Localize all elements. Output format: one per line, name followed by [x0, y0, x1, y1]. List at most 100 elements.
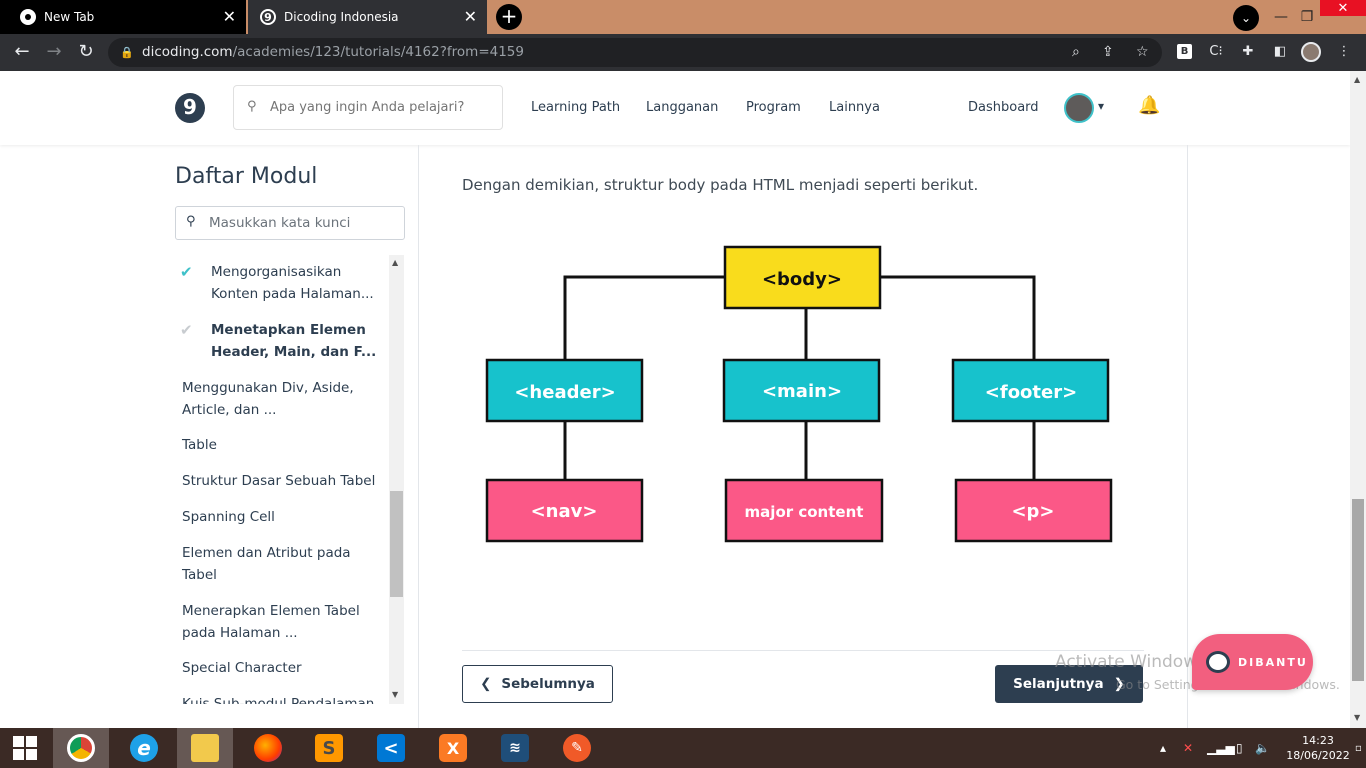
notification-icon[interactable]: ▫ — [1355, 728, 1362, 768]
connector-line — [563, 275, 725, 360]
taskbar-firefox[interactable] — [240, 728, 296, 768]
dibantu-chat-button[interactable]: DIBANTU — [1192, 634, 1313, 690]
close-tab-icon[interactable]: ✕ — [464, 8, 477, 26]
taskbar-internet-explorer[interactable]: e — [116, 728, 172, 768]
nav-learning-path[interactable]: Learning Path — [531, 100, 620, 115]
chrome-icon — [20, 9, 36, 25]
forward-arrow-icon[interactable]: → — [43, 41, 65, 63]
chevron-left-icon: ❮ — [480, 676, 492, 692]
battery-icon[interactable]: ▯ — [1236, 728, 1243, 768]
major-content-node-label: major content — [745, 503, 864, 521]
zoom-icon[interactable]: ⌕ — [1072, 38, 1080, 67]
previous-button-label: Sebelumnya — [501, 676, 595, 692]
module-item-current[interactable]: Menetapkan Elemen Header, Main, dan F... — [211, 319, 387, 363]
nav-program[interactable]: Program — [746, 100, 801, 115]
scroll-up-icon[interactable]: ▲ — [1354, 75, 1360, 84]
system-clock[interactable]: 14:23 18/06/2022 — [1286, 733, 1350, 763]
check-current-icon: ✔ — [180, 321, 193, 339]
profile-avatar[interactable] — [1301, 42, 1321, 62]
taskbar-vscode[interactable]: < — [363, 728, 419, 768]
restore-button[interactable]: ❐ — [1296, 0, 1318, 34]
module-line: Mengorganisasikan — [211, 264, 342, 280]
browser-tabstrip: New Tab ✕ 9 Dicoding Indonesia ✕ + ⌄ — ❐… — [0, 0, 1366, 34]
search-icon: ⚲ — [247, 99, 257, 114]
back-arrow-icon[interactable]: ← — [11, 41, 33, 63]
tab-title: Dicoding Indonesia — [284, 10, 399, 24]
module-line: Menerapkan Elemen Tabel — [182, 603, 360, 619]
scroll-up-icon[interactable]: ▲ — [392, 258, 398, 267]
module-line: Menggunakan Div, Aside, — [182, 380, 354, 396]
signal-icon[interactable]: ▁▃▅ — [1207, 728, 1235, 768]
nav-lainnya[interactable]: Lainnya — [829, 100, 880, 115]
check-done-icon: ✔ — [180, 263, 193, 281]
bookmark-star-icon[interactable]: ☆ — [1136, 38, 1149, 67]
tab-search-icon[interactable]: ⌄ — [1233, 5, 1259, 31]
tab-dicoding[interactable]: 9 Dicoding Indonesia ✕ — [248, 0, 487, 34]
page-scroll-thumb[interactable] — [1352, 499, 1364, 681]
tab-new-tab[interactable]: New Tab ✕ — [0, 0, 246, 34]
notification-bell-icon[interactable]: 🔔 — [1138, 95, 1160, 116]
module-item[interactable]: Spanning Cell — [182, 506, 387, 528]
nav-dashboard[interactable]: Dashboard — [968, 100, 1039, 115]
taskbar-xampp[interactable]: X — [425, 728, 481, 768]
sidebar-scrollbar[interactable]: ▲ ▼ — [389, 255, 404, 704]
footer-node-label: <footer> — [985, 382, 1077, 403]
site-search-input[interactable] — [233, 85, 503, 130]
pen-icon: ✎ — [563, 734, 591, 762]
module-list: ✔ Mengorganisasikan Konten pada Halaman.… — [175, 256, 387, 704]
new-tab-button[interactable]: + — [496, 4, 522, 30]
module-item[interactable]: Mengorganisasikan Konten pada Halaman... — [211, 261, 387, 305]
extensions-puzzle-icon[interactable]: ✚ — [1238, 42, 1258, 62]
page-scrollbar[interactable]: ▲ ▼ — [1350, 71, 1366, 728]
taskbar-mysql-workbench[interactable]: ≋ — [487, 728, 543, 768]
volume-icon[interactable]: 🔈 — [1255, 728, 1270, 768]
minimize-button[interactable]: — — [1270, 0, 1292, 34]
module-item[interactable]: Struktur Dasar Sebuah Tabel — [182, 470, 387, 492]
share-icon[interactable]: ⇪ — [1102, 38, 1114, 67]
url-host: dicoding.com — [142, 44, 233, 60]
extension-b-icon[interactable]: B — [1177, 44, 1192, 59]
connector-line — [880, 275, 1036, 360]
user-avatar[interactable] — [1064, 93, 1094, 123]
clock-date: 18/06/2022 — [1286, 749, 1350, 762]
reload-icon[interactable]: ↻ — [75, 41, 97, 63]
search-icon: ⚲ — [186, 214, 196, 229]
content-paragraph: Dengan demikian, struktur body pada HTML… — [462, 176, 979, 194]
scroll-down-icon[interactable]: ▼ — [1354, 713, 1360, 722]
module-item[interactable]: Menerapkan Elemen Tabel pada Halaman ... — [182, 600, 387, 644]
network-error-icon[interactable]: ✕ — [1183, 728, 1193, 768]
module-item[interactable]: Table — [182, 434, 387, 456]
nav-langganan[interactable]: Langganan — [646, 100, 718, 115]
module-item[interactable]: Kuis Sub-modul Pendalaman — [182, 693, 387, 704]
address-bar[interactable]: 🔒 dicoding.com/academies/123/tutorials/4… — [108, 38, 1162, 67]
module-search-input[interactable]: ⚲ Masukkan kata kunci — [175, 206, 405, 240]
dicoding-logo[interactable]: 9 — [175, 93, 205, 123]
chevron-down-icon[interactable]: ▾ — [1098, 99, 1104, 113]
start-button[interactable] — [0, 728, 50, 768]
taskbar-chrome[interactable] — [53, 728, 109, 768]
menu-kebab-icon[interactable]: ⋮ — [1334, 42, 1354, 62]
lock-icon: 🔒 — [120, 46, 134, 59]
taskbar-sublime-text[interactable]: S — [301, 728, 357, 768]
scroll-down-icon[interactable]: ▼ — [392, 690, 398, 699]
sublime-text-icon: S — [315, 734, 343, 762]
taskbar-pen-app[interactable]: ✎ — [549, 728, 605, 768]
extension-c-icon[interactable]: C⁝ — [1206, 42, 1226, 62]
html-body-structure-diagram: <body> <header> <main> <footer> <nav> ma… — [485, 245, 1113, 543]
module-item[interactable]: Special Character — [182, 657, 387, 679]
taskbar-file-explorer[interactable] — [177, 728, 233, 768]
content-divider — [462, 650, 1144, 651]
main-node-label: <main> — [762, 381, 842, 402]
sidebar-title: Daftar Modul — [175, 164, 318, 189]
nav-node-label: <nav> — [531, 501, 598, 522]
module-item[interactable]: Elemen dan Atribut pada Tabel — [182, 542, 387, 586]
side-panel-icon[interactable]: ◧ — [1270, 42, 1290, 62]
close-tab-icon[interactable]: ✕ — [223, 8, 236, 26]
module-item[interactable]: Menggunakan Div, Aside, Article, dan ... — [182, 377, 387, 421]
tray-chevron-up-icon[interactable]: ▴ — [1160, 728, 1166, 768]
windows-logo-icon — [13, 736, 37, 760]
previous-button[interactable]: ❮ Sebelumnya — [462, 665, 613, 703]
module-line: pada Halaman ... — [182, 625, 298, 641]
window-close-button[interactable]: ✕ — [1320, 0, 1366, 16]
sidebar-scroll-thumb[interactable] — [390, 491, 403, 597]
